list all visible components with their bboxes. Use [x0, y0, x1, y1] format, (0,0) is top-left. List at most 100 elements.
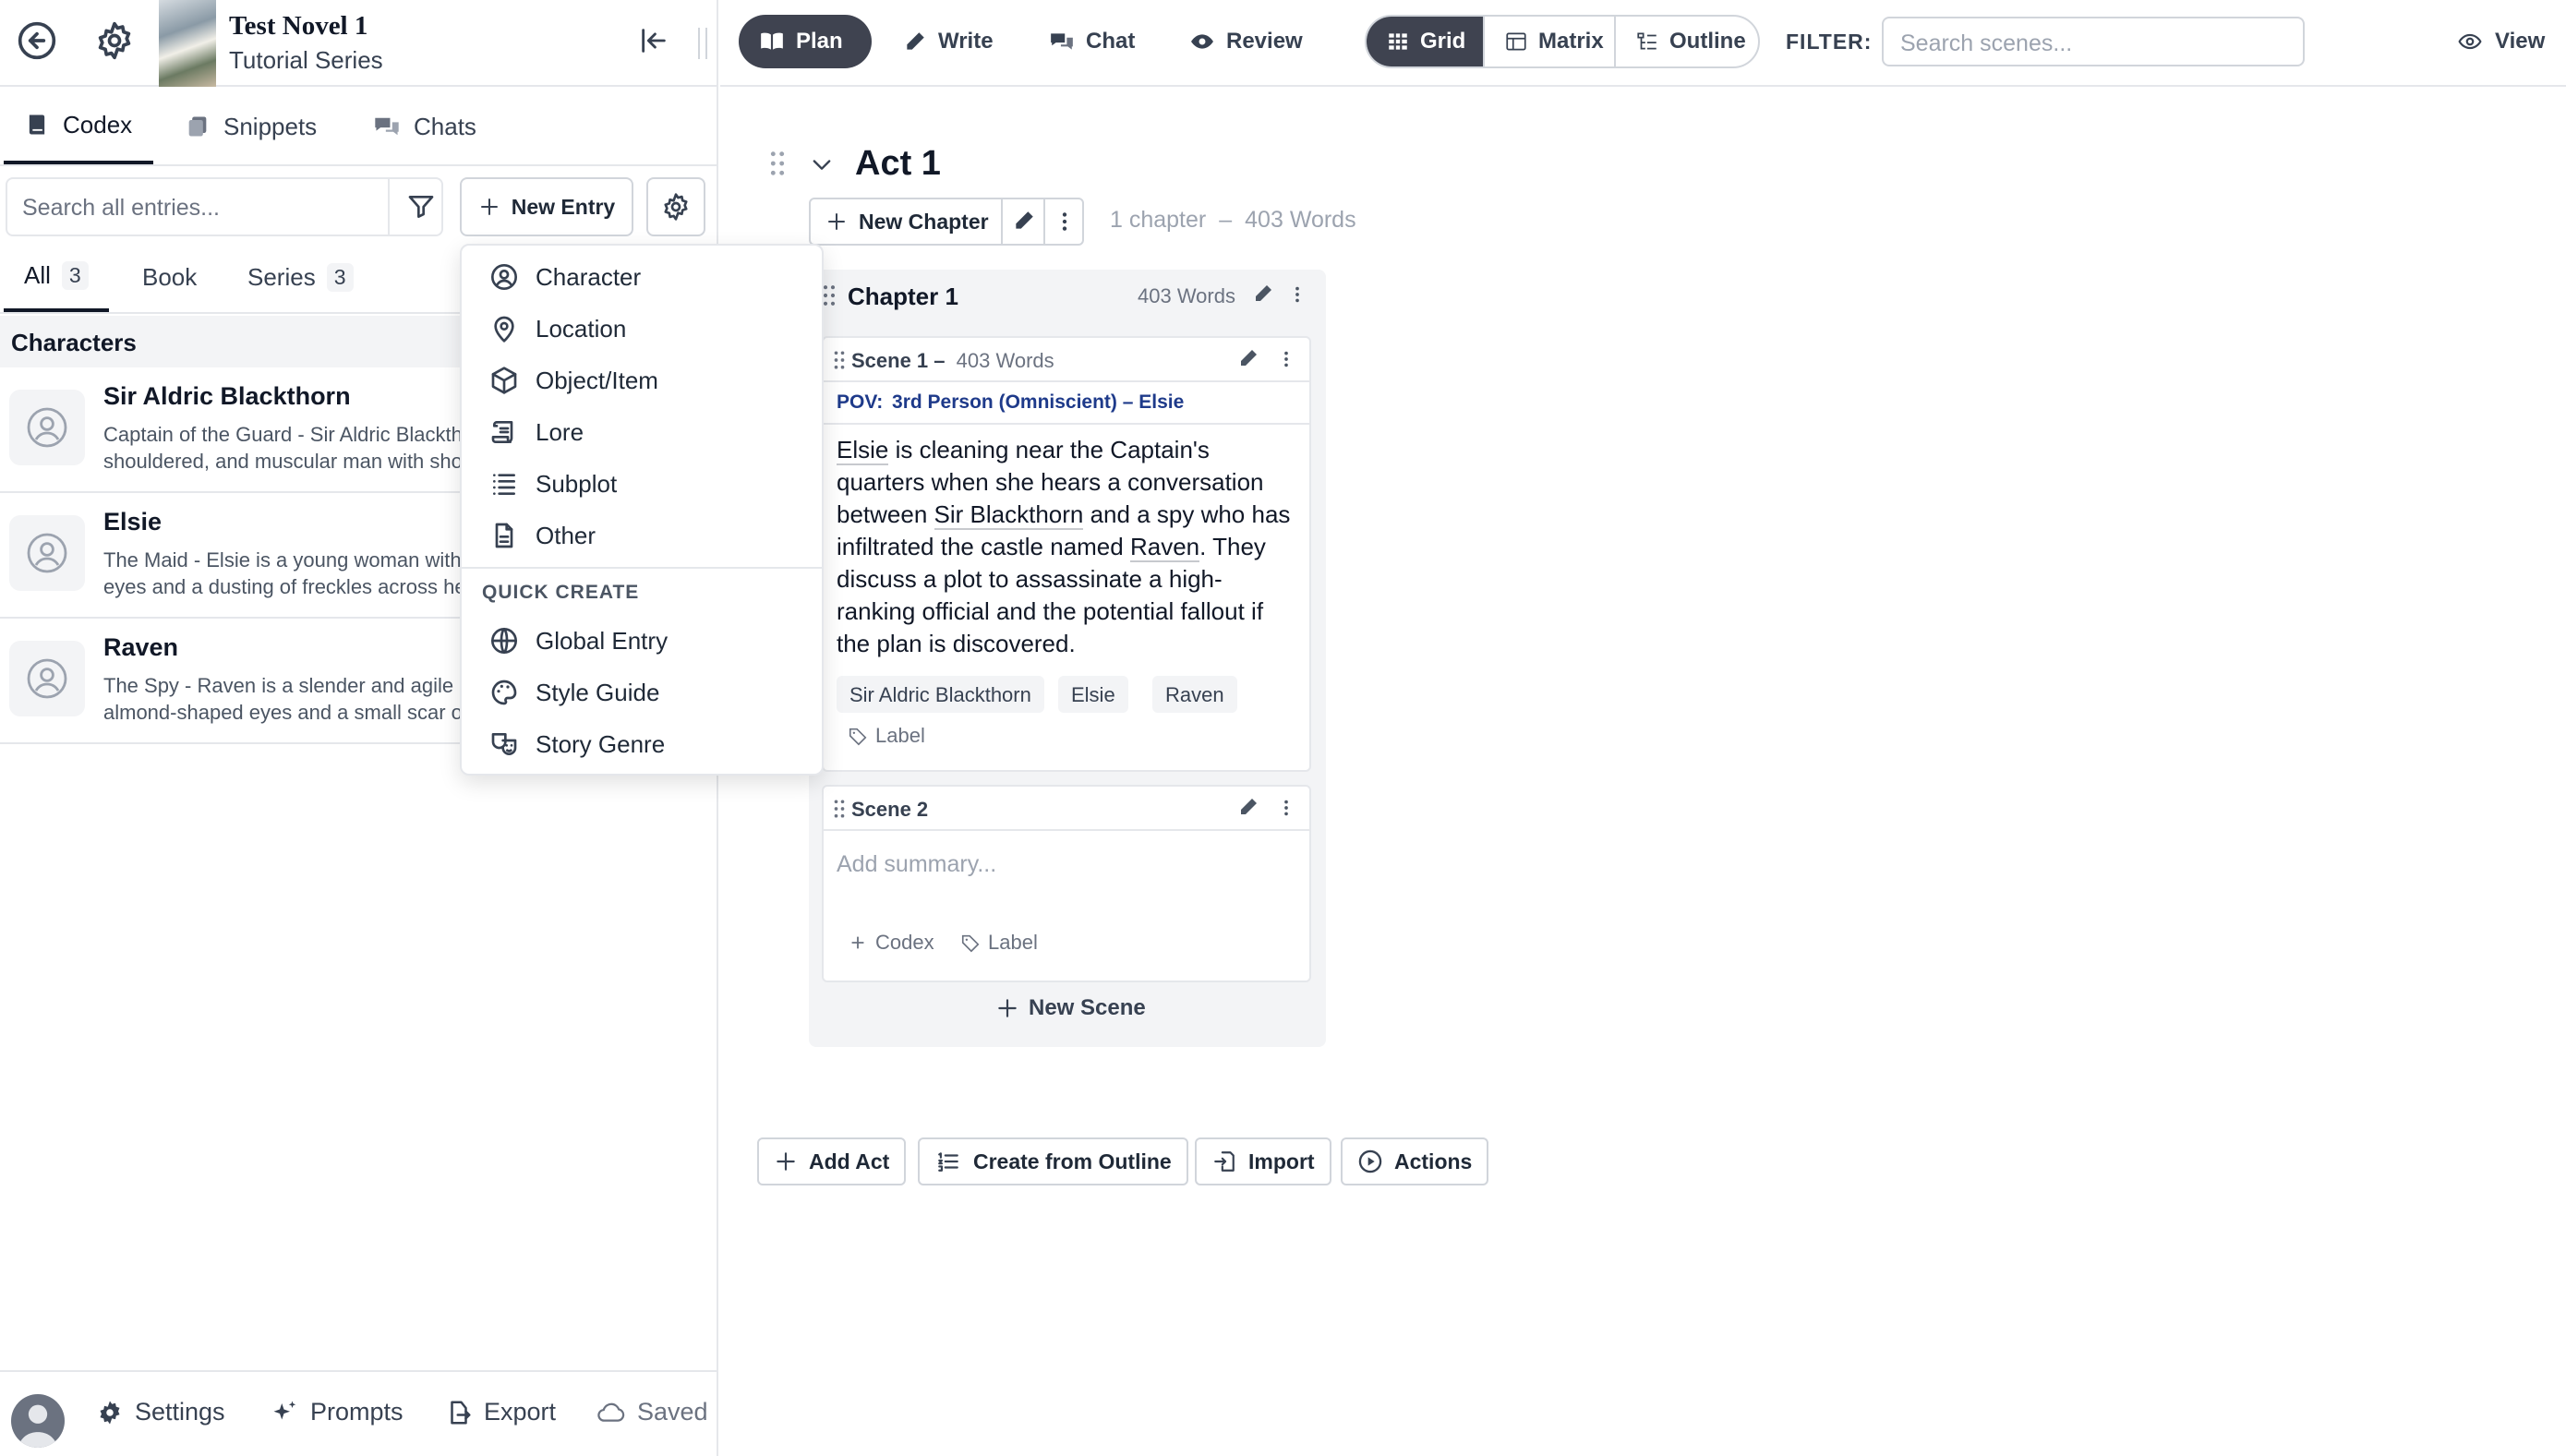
- divider: [1043, 199, 1045, 244]
- filter-icon: [408, 196, 434, 218]
- prompts-button[interactable]: Prompts: [271, 1398, 404, 1426]
- codex-tag[interactable]: Sir Aldric Blackthorn: [837, 676, 1044, 713]
- tab-label: All: [24, 260, 51, 289]
- chapter-title[interactable]: Chapter 1: [848, 283, 958, 311]
- label-link-text: Label: [875, 724, 925, 747]
- codex-tag[interactable]: Elsie: [1058, 676, 1128, 713]
- edit-act-button[interactable]: [1012, 209, 1036, 233]
- avatar: [9, 390, 85, 465]
- scene-summary[interactable]: Elsie is cleaning near the Captain's qua…: [837, 434, 1298, 660]
- mode-review[interactable]: Review: [1169, 15, 1323, 68]
- settings-button[interactable]: Settings: [96, 1398, 225, 1426]
- tab-snippets[interactable]: Snippets: [185, 89, 317, 164]
- edit-chapter-button[interactable]: [1252, 283, 1274, 305]
- codex-mention[interactable]: Raven: [1129, 533, 1200, 562]
- add-label-button[interactable]: Label: [960, 931, 1038, 955]
- codex-mention[interactable]: Elsie: [837, 436, 889, 465]
- book-title: Test Novel 1: [229, 11, 368, 41]
- add-act-button[interactable]: Add Act: [757, 1137, 907, 1185]
- pov-line[interactable]: POV: 3rd Person (Omniscient) – Elsie: [824, 382, 1309, 425]
- add-label-button[interactable]: Label: [848, 724, 925, 748]
- tab-book[interactable]: Book: [142, 242, 197, 312]
- codex-link-text: Codex: [875, 931, 934, 954]
- tab-all[interactable]: All 3: [4, 242, 109, 312]
- view-options-button[interactable]: View: [2447, 15, 2554, 68]
- tab-series[interactable]: Series 3: [247, 242, 354, 312]
- drag-handle[interactable]: [833, 798, 846, 820]
- view-outline[interactable]: Outline: [1616, 17, 1758, 66]
- bottom-bar: Settings Prompts Export Saved: [0, 1370, 717, 1456]
- chevron-down-icon: [813, 160, 831, 170]
- menu-item-subplot[interactable]: Subplot: [462, 458, 822, 510]
- menu-item-lore[interactable]: Lore: [462, 406, 822, 458]
- mode-plan[interactable]: Plan: [739, 15, 872, 68]
- edit-scene-button[interactable]: [1237, 347, 1259, 369]
- menu-item-character[interactable]: Character: [462, 251, 822, 303]
- prompts-label: Prompts: [310, 1398, 404, 1426]
- grip-icon: [823, 285, 836, 306]
- chat-bubbles-icon: [375, 117, 399, 136]
- new-chapter-button[interactable]: New Chapter: [811, 199, 1001, 244]
- menu-item-label: Object/Item: [536, 366, 658, 394]
- avatar[interactable]: [11, 1394, 65, 1448]
- book-cover-image[interactable]: [159, 0, 216, 87]
- mode-label: Review: [1226, 29, 1303, 54]
- summary-input[interactable]: Add summary...: [837, 851, 996, 878]
- numbered-list-icon: [938, 1152, 958, 1172]
- menu-item-global-entry[interactable]: Global Entry: [462, 615, 822, 667]
- scene-card[interactable]: Scene 1 – 403 Words POV: 3rd Person (Omn…: [822, 336, 1311, 772]
- user-circle-icon: [27, 533, 67, 573]
- export-button[interactable]: Export: [445, 1398, 556, 1426]
- codex-mention[interactable]: Sir Blackthorn: [934, 500, 1084, 530]
- menu-item-location[interactable]: Location: [462, 303, 822, 355]
- new-scene-button[interactable]: New Scene: [995, 995, 1146, 1021]
- cube-icon: [491, 367, 517, 394]
- resize-handle[interactable]: [698, 28, 707, 59]
- view-matrix[interactable]: Matrix: [1485, 17, 1614, 66]
- tab-chats[interactable]: Chats: [373, 89, 476, 164]
- file-icon: [495, 523, 513, 548]
- codex-settings-button[interactable]: [646, 177, 705, 236]
- drag-handle[interactable]: [833, 349, 846, 371]
- menu-item-story-genre[interactable]: Story Genre: [462, 718, 822, 770]
- new-entry-label: New Entry: [511, 194, 616, 219]
- new-entry-button[interactable]: New Entry: [460, 177, 633, 236]
- open-book-icon: [761, 32, 783, 50]
- save-status: Saved: [596, 1398, 708, 1426]
- act-title[interactable]: Act 1: [855, 144, 941, 184]
- mode-write[interactable]: Write: [883, 15, 1014, 68]
- create-from-outline-button[interactable]: Create from Outline: [918, 1137, 1188, 1185]
- menu-item-label: Lore: [536, 417, 584, 446]
- arrow-left-circle-icon: [18, 21, 56, 60]
- tab-codex[interactable]: Codex: [4, 89, 153, 164]
- scene-more-button[interactable]: [1276, 796, 1296, 820]
- view-grid[interactable]: Grid: [1367, 17, 1483, 66]
- view-label: Outline: [1669, 29, 1746, 54]
- chapter-more-button[interactable]: [1287, 283, 1307, 307]
- more-vertical-icon: [1284, 800, 1288, 816]
- codex-tag[interactable]: Raven: [1152, 676, 1237, 713]
- drag-handle[interactable]: [768, 150, 787, 177]
- scene-more-button[interactable]: [1276, 347, 1296, 371]
- top-navigation: Plan Write Chat Review Grid Matrix Outli…: [720, 0, 2566, 87]
- import-button[interactable]: Import: [1195, 1137, 1331, 1185]
- menu-item-style-guide[interactable]: Style Guide: [462, 667, 822, 718]
- add-codex-button[interactable]: Codex: [848, 931, 934, 955]
- collapse-act-button[interactable]: [809, 151, 835, 177]
- book-settings-button[interactable]: [92, 18, 137, 63]
- back-button[interactable]: [15, 18, 59, 63]
- scene-card[interactable]: Scene 2 Add summary... Codex Label: [822, 785, 1311, 982]
- collapse-panel-button[interactable]: [632, 18, 676, 63]
- menu-item-object[interactable]: Object/Item: [462, 355, 822, 406]
- mode-chat[interactable]: Chat: [1029, 15, 1155, 68]
- menu-item-other[interactable]: Other: [462, 510, 822, 561]
- actions-button[interactable]: Actions: [1341, 1137, 1489, 1185]
- filter-button[interactable]: [406, 192, 436, 222]
- drag-handle[interactable]: [822, 283, 837, 308]
- act-more-button[interactable]: [1053, 209, 1077, 235]
- scene-search-input[interactable]: Search scenes...: [1882, 17, 2305, 66]
- character-name: Elsie: [103, 508, 163, 535]
- menu-item-label: Story Genre: [536, 729, 666, 758]
- edit-scene-button[interactable]: [1237, 796, 1259, 818]
- codex-search-input[interactable]: Search all entries...: [6, 177, 443, 236]
